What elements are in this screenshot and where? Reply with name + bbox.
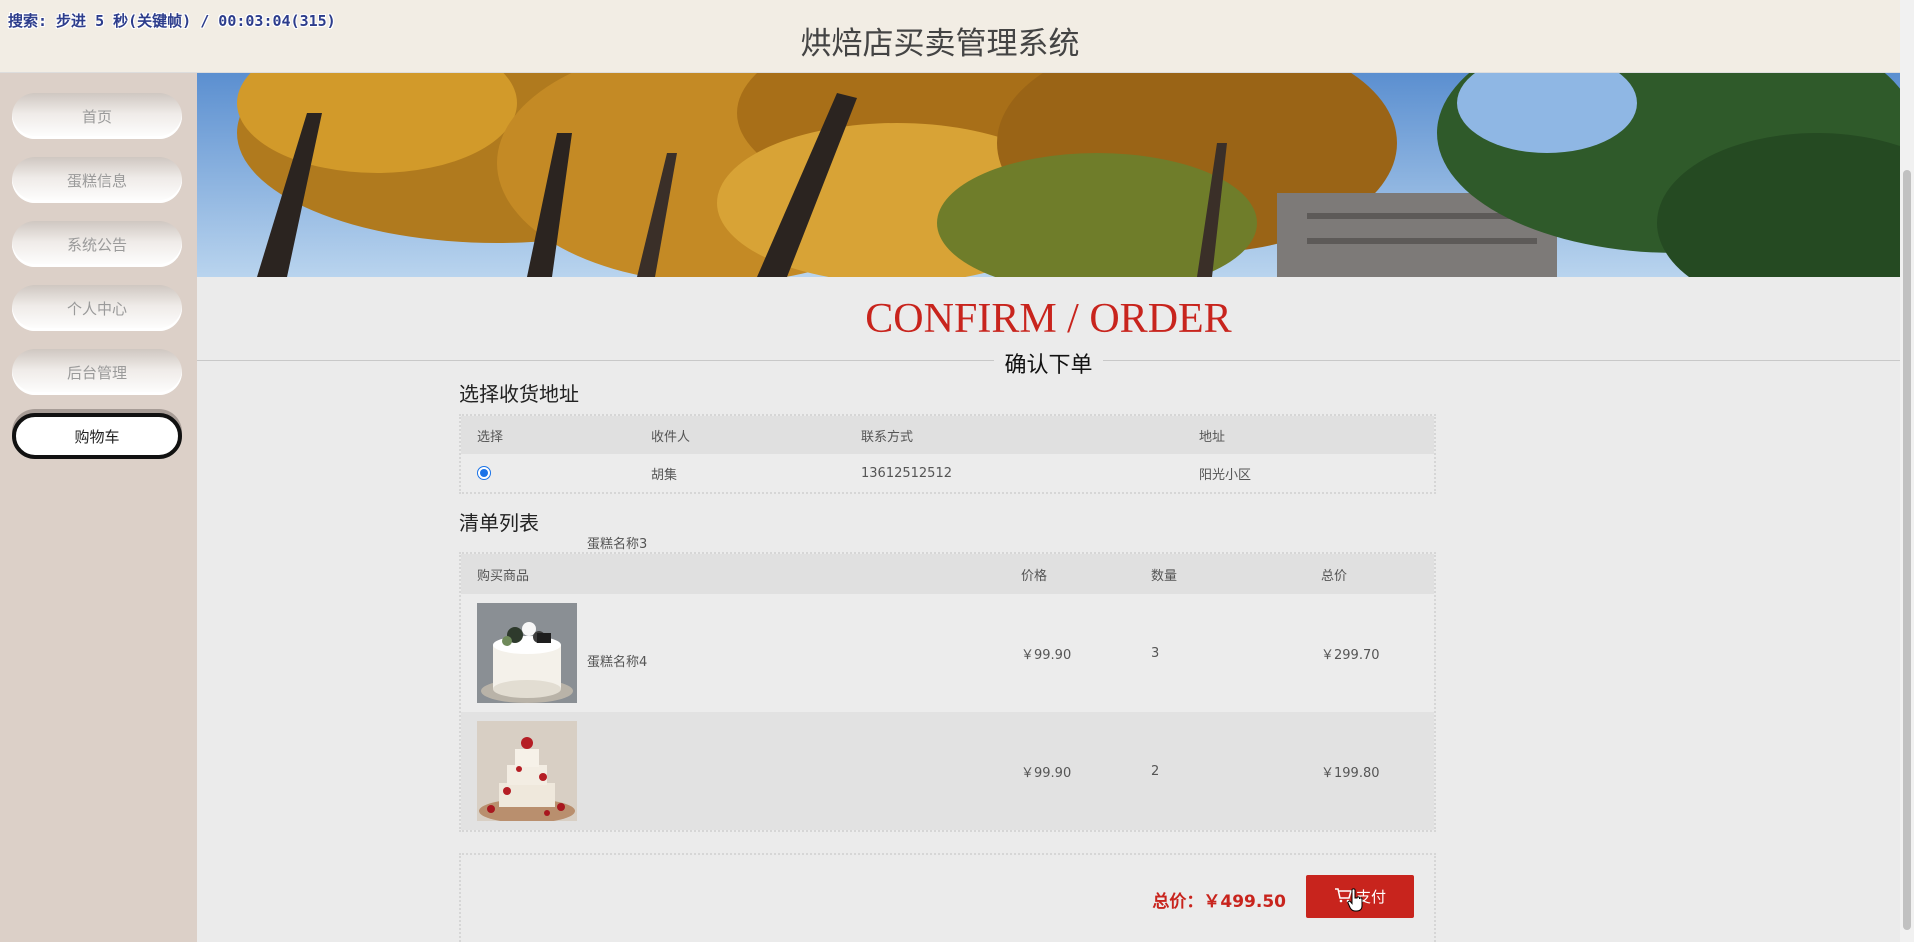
- column-header: 联系方式: [861, 429, 914, 445]
- cake-image: [477, 721, 577, 821]
- column-header: 数量: [1151, 568, 1178, 584]
- nav-item-label: 首页: [81, 107, 112, 126]
- nav-item-label: 后台管理: [66, 363, 127, 382]
- item-quantity: 3: [1151, 645, 1160, 661]
- cart-section-title: 清单列表: [459, 511, 539, 535]
- item-subtotal: ￥199.80: [1321, 765, 1380, 781]
- page-title-cn: 确认下单: [994, 353, 1103, 378]
- nav-item-label: 个人中心: [66, 299, 127, 318]
- recipient-name: 胡集: [651, 467, 678, 483]
- page-scrollbar[interactable]: [1900, 0, 1914, 942]
- column-header: 总价: [1321, 568, 1348, 584]
- column-header: 收件人: [651, 429, 691, 445]
- page-title-cn-wrap: 确认下单: [197, 347, 1900, 379]
- mouse-cursor-icon: [1347, 888, 1365, 916]
- nav-item-cake-info[interactable]: 蛋糕信息: [12, 157, 182, 203]
- nav-item-home[interactable]: 首页: [12, 93, 182, 139]
- cake-thumbnail[interactable]: [477, 721, 577, 821]
- radio-dot: [480, 469, 488, 477]
- banner-image: [197, 73, 1900, 277]
- column-header: 选择: [477, 429, 504, 445]
- cake-thumbnail[interactable]: [477, 603, 577, 703]
- page-title-en: CONFIRM / ORDER: [865, 296, 1232, 342]
- nav-item-admin[interactable]: 后台管理: [12, 349, 182, 395]
- cart-table: 购买商品 价格 数量 总价 蛋糕名称3 ￥99.90 3 ￥299.70 蛋糕名…: [459, 537, 1436, 832]
- column-header: 价格: [1021, 568, 1048, 584]
- video-overlay-text: 搜索: 步进 5 秒(关键帧) / 00:03:04(315): [8, 12, 336, 30]
- address-radio[interactable]: [477, 466, 491, 480]
- nav-item-label: 购物车: [74, 427, 120, 446]
- autumn-trees-image: [197, 73, 1900, 277]
- recipient-phone: 13612512512: [861, 465, 952, 481]
- scrollbar-thumb[interactable]: [1903, 170, 1911, 930]
- item-subtotal: ￥299.70: [1321, 647, 1380, 663]
- nav-item-announcements[interactable]: 系统公告: [12, 221, 182, 267]
- recipient-address: 阳光小区: [1199, 467, 1252, 483]
- order-total: 总价：￥499.50: [1152, 892, 1286, 912]
- nav-item-label: 系统公告: [66, 235, 127, 254]
- column-header: 地址: [1199, 429, 1226, 445]
- nav-item-personal-center[interactable]: 个人中心: [12, 285, 182, 331]
- sidebar: 首页 蛋糕信息 系统公告 个人中心 后台管理 购物车: [0, 73, 197, 942]
- order-footer: 总价：￥499.50 支付: [459, 853, 1436, 942]
- address-table-header: 选择 收件人 联系方式 地址: [461, 416, 1434, 454]
- cake-image: [477, 603, 577, 703]
- column-header: 购买商品: [477, 568, 530, 584]
- cart-item-row: 蛋糕名称4 ￥99.90 2 ￥199.80: [461, 655, 1434, 830]
- item-price: ￥99.90: [1021, 765, 1072, 781]
- item-quantity: 2: [1151, 763, 1160, 779]
- nav-item-cart[interactable]: 购物车: [12, 413, 182, 459]
- nav-item-label: 蛋糕信息: [66, 171, 127, 190]
- address-table: 选择 收件人 联系方式 地址 胡集 13612512512 阳光小区: [459, 414, 1436, 494]
- address-section-title: 选择收货地址: [459, 382, 579, 406]
- item-name: 蛋糕名称3: [587, 537, 648, 552]
- cart-table-header: 购买商品 价格 数量 总价: [461, 554, 1434, 594]
- main-content: CONFIRM / ORDER 确认下单 选择收货地址 选择 收件人 联系方式 …: [197, 277, 1900, 942]
- address-row[interactable]: 胡集 13612512512 阳光小区: [461, 454, 1434, 492]
- item-price: ￥99.90: [1021, 647, 1072, 663]
- item-name: 蛋糕名称4: [587, 655, 648, 670]
